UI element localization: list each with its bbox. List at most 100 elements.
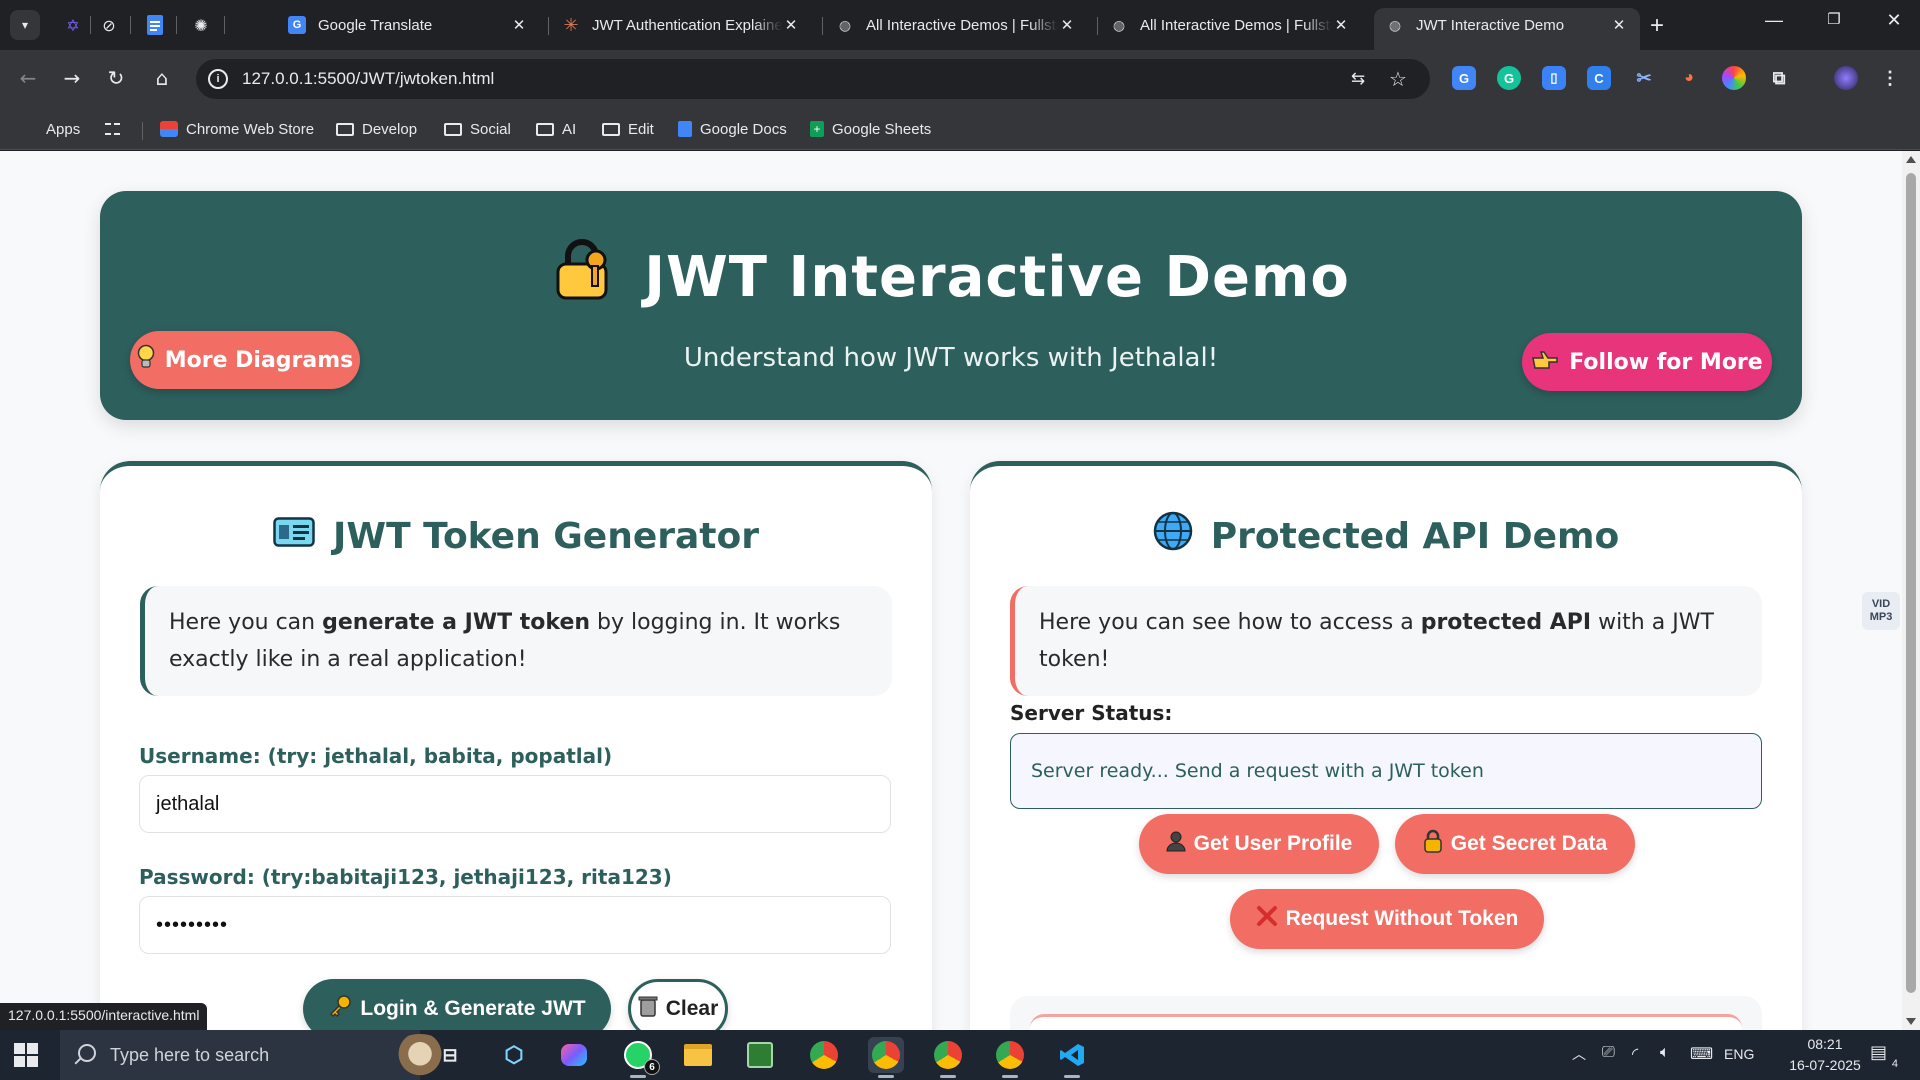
tab-search-button[interactable]: ▾ [10,10,40,40]
file-explorer-icon[interactable] [680,1037,716,1073]
protected-api-card: Protected API Demo Here you can see how … [970,461,1802,1030]
password-input[interactable]: ••••••••• [139,896,891,954]
taskbar-clock[interactable]: 08:21 16-07-2025 [1780,1034,1870,1076]
docs-extension-icon[interactable]: ▯ [1542,66,1566,90]
reload-icon[interactable]: ↻ [100,62,132,94]
show-hidden-icons-icon[interactable]: ︿ [1572,1044,1586,1064]
pen-app-icon[interactable]: ⬡ [496,1037,532,1073]
translate-page-icon[interactable]: ⇆ [1346,67,1370,91]
bookmark-folder-edit[interactable]: Edit [602,117,654,141]
windows-start-icon[interactable] [14,1043,38,1067]
scroll-up-arrow-icon[interactable] [1906,156,1916,163]
bookmark-star-icon[interactable]: ☆ [1386,67,1410,91]
url-text[interactable]: 127.0.0.1:5500/JWT/jwtoken.html [242,69,494,89]
browser-menu-icon[interactable]: ⋮ [1878,66,1902,90]
clear-button[interactable]: Clear [628,979,728,1030]
google-translate-extension-icon[interactable]: G [1452,66,1476,90]
input-method-icon[interactable]: ⌨︎ [1690,1044,1713,1064]
close-tab-icon[interactable]: ✕ [1058,16,1076,34]
scissors-extension-icon[interactable]: ✂ [1632,66,1656,90]
folder-icon [602,122,620,136]
login-generate-button[interactable]: Login & Generate JWT [303,979,611,1030]
tab-google-translate[interactable]: G Google Translate ✕ [276,8,540,42]
color-picker-extension-icon[interactable]: ◕ [1677,66,1701,90]
google-translate-icon: G [288,16,306,34]
capture-extension-icon[interactable]: C [1587,66,1611,90]
bookmark-google-sheets[interactable]: + Google Sheets [810,117,931,141]
chrome-profile-2-icon[interactable] [868,1037,904,1078]
extensions-puzzle-icon[interactable]: ⧉ [1767,66,1791,90]
meet-now-icon[interactable]: ⎚ [1602,1044,1615,1062]
request-without-token-button[interactable]: Request Without Token [1230,889,1544,949]
address-bar[interactable]: i 127.0.0.1:5500/JWT/jwtoken.html ⇆ ☆ [196,59,1430,99]
pinned-tab-star-app[interactable]: ✡ [60,12,86,38]
bookmark-folder-ai[interactable]: AI [536,117,576,141]
scrollbar-thumb[interactable] [1906,173,1916,993]
close-tab-icon[interactable]: ✕ [510,16,528,34]
bookmark-folder-social[interactable]: Social [444,117,511,141]
tab-groups-icon [104,121,120,137]
pinned-tab-slash-app[interactable]: ⊘ [96,12,122,38]
task-view-icon[interactable]: ⊟ [432,1037,468,1073]
tab-title: JWT Interactive Demo [1416,16,1565,34]
profile-avatar[interactable] [1834,66,1858,90]
restore-icon[interactable]: ❐ [1814,10,1854,28]
close-window-icon[interactable]: ✕ [1874,10,1914,31]
volume-icon[interactable]: 🔈︎ [1660,1044,1670,1062]
vscode-icon[interactable] [1054,1037,1090,1078]
grammarly-icon[interactable]: G [1497,66,1521,90]
close-tab-icon[interactable]: ✕ [1610,16,1628,34]
minimize-icon[interactable]: — [1754,10,1794,31]
chrome-profile-4-icon[interactable] [992,1037,1028,1078]
lightbulb-icon [137,344,155,376]
taskbar-search-box[interactable]: Type here to search [60,1030,450,1080]
color-wheel-extension-icon[interactable] [1722,66,1746,90]
paint-app-icon[interactable] [742,1037,778,1073]
trash-icon [638,995,658,1023]
get-user-profile-button[interactable]: Get User Profile [1139,814,1379,874]
get-secret-data-button[interactable]: Get Secret Data [1395,814,1635,874]
bookmark-label: Social [470,120,511,138]
bookmark-divider [142,122,143,140]
pinned-tab-openai[interactable]: ✺ [188,12,214,38]
close-tab-icon[interactable]: ✕ [782,16,800,34]
pinned-tab-docs[interactable] [142,12,168,38]
close-tab-icon[interactable]: ✕ [1332,16,1350,34]
generator-info-text: Here you can [169,610,323,635]
search-icon [78,1044,96,1062]
lock-icon [1423,829,1443,859]
language-indicator[interactable]: ENG [1724,1046,1754,1062]
bookmark-folder-develop[interactable]: Develop [336,117,417,141]
whatsapp-icon[interactable]: 6 [620,1037,660,1078]
tab-jwt-demo-active[interactable]: ◍ JWT Interactive Demo ✕ [1374,8,1640,50]
follow-for-more-button[interactable]: Follow for More [1522,333,1772,391]
bookmark-chrome-web-store[interactable]: Chrome Web Store [160,117,314,141]
username-input[interactable]: jethalal [139,775,891,833]
back-arrow-icon[interactable]: ← [12,62,44,94]
bookmark-google-docs[interactable]: Google Docs [678,117,787,141]
bookmark-tab-groups[interactable] [104,117,128,141]
tab-strip: ▾ ✡ ⊘ ✺ G Google Translate ✕ ✳ JWT Authe… [0,0,1920,50]
home-icon[interactable]: ⌂ [146,62,178,94]
forward-arrow-icon[interactable]: → [56,62,88,94]
tab-all-demos-1[interactable]: ◍ All Interactive Demos | Fullstack ✕ [824,8,1088,42]
network-icon[interactable]: ◜ [1632,1044,1638,1064]
chrome-profile-3-icon[interactable] [930,1037,966,1078]
scroll-down-arrow-icon[interactable] [1906,1018,1916,1025]
tab-jwt-authentication[interactable]: ✳ JWT Authentication Explained ✕ [550,8,812,42]
new-tab-button[interactable]: + [1650,12,1664,40]
more-diagrams-button[interactable]: More Diagrams [130,331,360,389]
tab-all-demos-2[interactable]: ◍ All Interactive Demos | Fullstack ✕ [1098,8,1362,42]
user-silhouette-icon [1166,830,1186,858]
bookmark-apps[interactable]: Apps [22,117,80,141]
login-button-label: Login & Generate JWT [360,997,586,1020]
chrome-icon[interactable] [806,1037,842,1073]
bookmark-label: AI [562,120,577,138]
site-info-icon[interactable]: i [208,69,228,89]
chrome-logo [934,1041,962,1069]
copilot-icon[interactable] [556,1037,592,1073]
vid-mp3-widget[interactable]: VID MP3 [1862,592,1900,630]
notification-center-icon[interactable]: ▤ 4 [1870,1042,1898,1070]
page-scrollbar[interactable] [1902,151,1920,1030]
server-status-label: Server Status: [1010,701,1173,725]
